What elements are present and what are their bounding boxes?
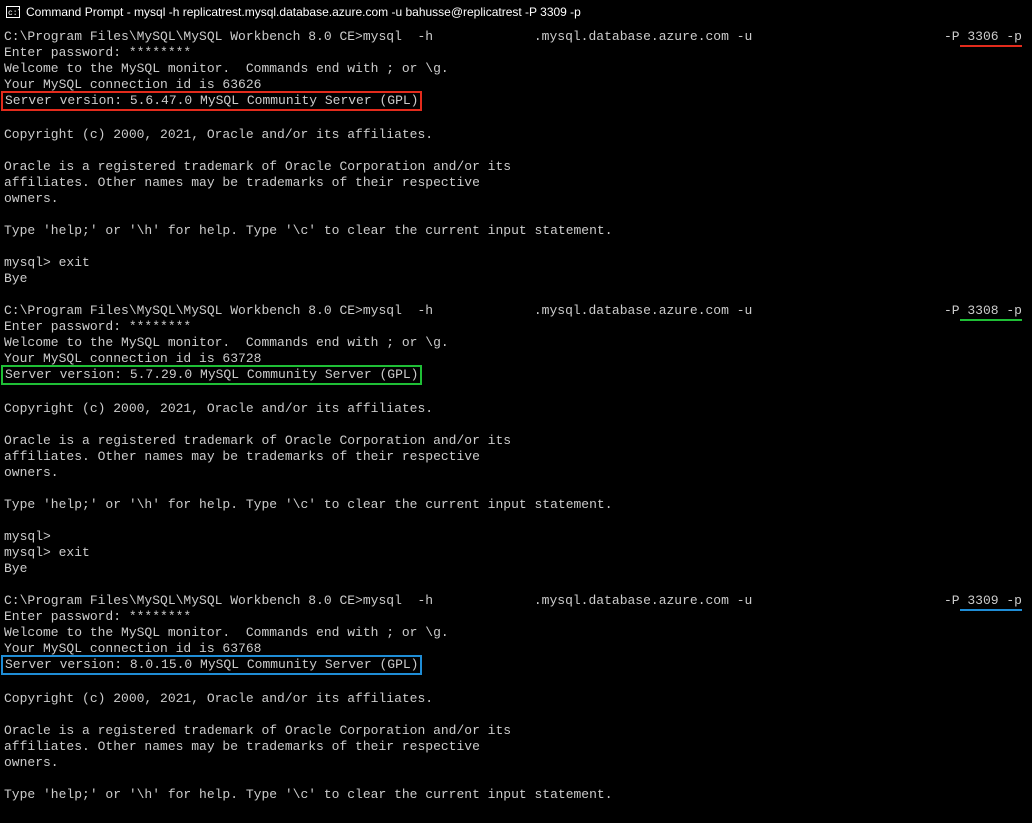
terminal-line: affiliates. Other names may be trademark…	[4, 739, 1028, 755]
server-version-box: Server version: 8.0.15.0 MySQL Community…	[1, 655, 422, 675]
server-version-box: Server version: 5.7.29.0 MySQL Community…	[1, 365, 422, 385]
prompt-path: C:\Program Files\MySQL\MySQL Workbench 8…	[4, 303, 441, 319]
connect-line: C:\Program Files\MySQL\MySQL Workbench 8…	[4, 29, 1028, 45]
flag-P: -P	[944, 303, 960, 318]
terminal-line: affiliates. Other names may be trademark…	[4, 449, 1028, 465]
terminal-line: Welcome to the MySQL monitor. Commands e…	[4, 335, 1028, 351]
terminal-line: Copyright (c) 2000, 2021, Oracle and/or …	[4, 401, 1028, 417]
terminal-line: Oracle is a registered trademark of Orac…	[4, 433, 1028, 449]
terminal-line: Welcome to the MySQL monitor. Commands e…	[4, 625, 1028, 641]
terminal-line: owners.	[4, 755, 1028, 771]
hostname-gap	[441, 593, 534, 609]
terminal-line	[4, 111, 1028, 127]
terminal-line: Type 'help;' or '\h' for help. Type '\c'…	[4, 497, 1028, 513]
terminal-line: Welcome to the MySQL monitor. Commands e…	[4, 61, 1028, 77]
terminal-line: Copyright (c) 2000, 2021, Oracle and/or …	[4, 691, 1028, 707]
server-version-line: Server version: 8.0.15.0 MySQL Community…	[4, 657, 1028, 675]
port-number: 3309 -p	[960, 593, 1022, 611]
flag-P: -P	[944, 29, 960, 44]
server-version-line: Server version: 5.6.47.0 MySQL Community…	[4, 93, 1028, 111]
host-suffix: .mysql.database.azure.com -u	[534, 593, 760, 609]
port-number: 3308 -p	[960, 303, 1022, 321]
terminal-line	[4, 143, 1028, 159]
terminal-line: mysql>	[4, 529, 1028, 545]
terminal-line	[4, 239, 1028, 255]
terminal-line	[4, 707, 1028, 723]
cmd-icon: c:\	[6, 5, 20, 19]
prompt-path: C:\Program Files\MySQL\MySQL Workbench 8…	[4, 593, 441, 609]
terminal-line	[4, 803, 1028, 819]
port-flag: -P 3306 -p	[944, 29, 1028, 45]
hostname-gap	[441, 303, 534, 319]
terminal-line: owners.	[4, 191, 1028, 207]
terminal-line: Bye	[4, 561, 1028, 577]
terminal-line: Copyright (c) 2000, 2021, Oracle and/or …	[4, 127, 1028, 143]
window-titlebar: c:\ Command Prompt - mysql -h replicatre…	[0, 0, 1032, 25]
terminal-line: owners.	[4, 465, 1028, 481]
terminal-line	[4, 207, 1028, 223]
terminal-line: Enter password: ********	[4, 45, 1028, 61]
server-version-box: Server version: 5.6.47.0 MySQL Community…	[1, 91, 422, 111]
terminal-line	[4, 287, 1028, 303]
port-flag: -P 3309 -p	[944, 593, 1028, 609]
terminal-line	[4, 513, 1028, 529]
host-suffix: .mysql.database.azure.com -u	[534, 303, 760, 319]
terminal-line	[4, 675, 1028, 691]
terminal-line: Oracle is a registered trademark of Orac…	[4, 723, 1028, 739]
hostname-gap	[441, 29, 534, 45]
port-number: 3306 -p	[960, 29, 1022, 47]
prompt-path: C:\Program Files\MySQL\MySQL Workbench 8…	[4, 29, 441, 45]
svg-text:c:\: c:\	[8, 9, 20, 18]
terminal-line	[4, 771, 1028, 787]
terminal-line: Enter password: ********	[4, 609, 1028, 625]
connect-line: C:\Program Files\MySQL\MySQL Workbench 8…	[4, 593, 1028, 609]
terminal-line	[4, 417, 1028, 433]
terminal-line: Enter password: ********	[4, 319, 1028, 335]
flag-P: -P	[944, 593, 960, 608]
terminal-line	[4, 385, 1028, 401]
terminal-line	[4, 481, 1028, 497]
server-version-line: Server version: 5.7.29.0 MySQL Community…	[4, 367, 1028, 385]
window-title: Command Prompt - mysql -h replicatrest.m…	[26, 4, 581, 20]
terminal-output[interactable]: C:\Program Files\MySQL\MySQL Workbench 8…	[0, 25, 1032, 823]
terminal-line: Oracle is a registered trademark of Orac…	[4, 159, 1028, 175]
connect-line: C:\Program Files\MySQL\MySQL Workbench 8…	[4, 303, 1028, 319]
terminal-line: mysql> exit	[4, 255, 1028, 271]
terminal-line: Type 'help;' or '\h' for help. Type '\c'…	[4, 787, 1028, 803]
terminal-line	[4, 577, 1028, 593]
terminal-line: Bye	[4, 271, 1028, 287]
terminal-line: affiliates. Other names may be trademark…	[4, 175, 1028, 191]
terminal-line: mysql> exit	[4, 545, 1028, 561]
host-suffix: .mysql.database.azure.com -u	[534, 29, 760, 45]
terminal-line: Type 'help;' or '\h' for help. Type '\c'…	[4, 223, 1028, 239]
port-flag: -P 3308 -p	[944, 303, 1028, 319]
